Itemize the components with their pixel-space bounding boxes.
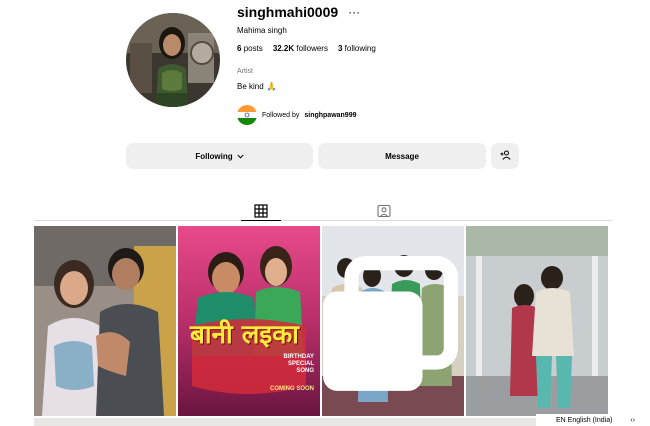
followed-by-prefix: Followed by [262, 111, 300, 119]
followed-by[interactable]: Followed by singhpawan999 [237, 105, 357, 125]
tab-posts[interactable] [254, 204, 268, 218]
profile-username: singhmahi0009 [237, 4, 339, 20]
posts-grid: बानी लइका BIRTHDAY SPECIAL SONG COMING S… [34, 226, 612, 426]
followers-label: followers [296, 44, 328, 53]
active-tab-indicator [241, 220, 281, 221]
carousel-icon [323, 256, 458, 391]
tabs-divider [34, 220, 612, 221]
posts-stat: 6 posts [237, 44, 263, 53]
add-user-button[interactable] [491, 143, 519, 169]
posts-count: 6 [237, 44, 242, 53]
followed-by-user[interactable]: singhpawan999 [304, 112, 356, 119]
following-stat[interactable]: 3 following [338, 44, 376, 53]
post-2-caption: COMING SOON [269, 386, 314, 392]
grid-icon [254, 204, 268, 218]
profile-full-name: Mahima singh [237, 26, 287, 35]
profile-stats: 6 posts 32.2K followers 3 following [237, 44, 376, 53]
followers-stat[interactable]: 32.2K followers [273, 44, 328, 53]
tab-tagged[interactable] [377, 204, 391, 218]
following-button[interactable]: Following [126, 143, 313, 169]
message-button-label: Message [385, 151, 419, 161]
post-tile-2[interactable]: बानी लइका BIRTHDAY SPECIAL SONG COMING S… [178, 226, 320, 416]
profile-avatar[interactable] [126, 13, 220, 107]
profile-bio: Be kind 🙏 [237, 82, 277, 91]
chevron-down-icon [237, 152, 244, 161]
more-options-icon[interactable]: ··· [348, 6, 360, 18]
tagged-icon [377, 204, 391, 218]
following-button-label: Following [195, 151, 233, 161]
following-count: 3 [337, 44, 343, 53]
language-selector[interactable]: EN English (India) ‹› [536, 414, 650, 426]
post-tile-3[interactable] [322, 226, 464, 416]
posts-label: posts [243, 44, 263, 53]
add-user-icon [500, 150, 511, 162]
followers-count: 32.2K [272, 44, 295, 53]
post-tile-1[interactable] [34, 226, 176, 416]
bio-emoji: 🙏 [266, 82, 277, 91]
post-tile-4[interactable] [466, 226, 608, 416]
following-label: following [344, 44, 376, 53]
post-2-label: BIRTHDAY SPECIAL SONG [283, 354, 314, 375]
follower-avatar [237, 105, 257, 125]
username-row: singhmahi0009 ··· [237, 4, 360, 20]
next-row-preview [34, 418, 612, 426]
arrows-icon[interactable]: ‹› [630, 417, 635, 424]
message-button[interactable]: Message [318, 143, 486, 169]
post-2-title: बानी लइका [190, 320, 299, 350]
bio-text: Be kind [237, 82, 264, 91]
language-label: EN English (India) [556, 416, 613, 424]
profile-category: Artist [237, 68, 253, 75]
